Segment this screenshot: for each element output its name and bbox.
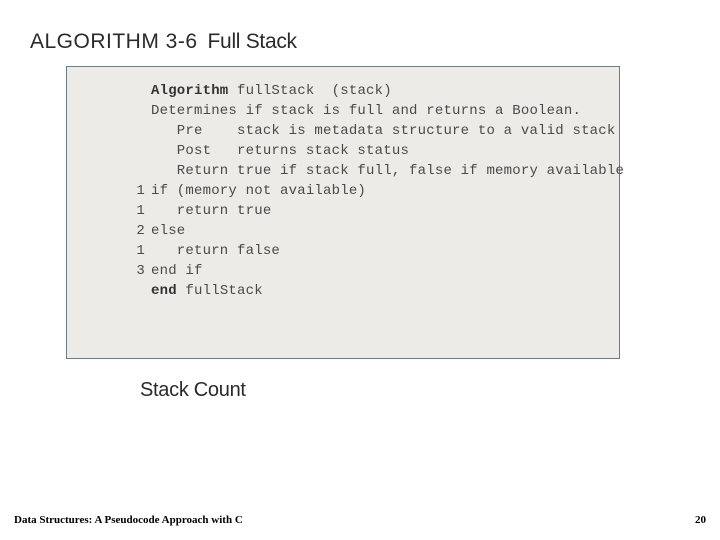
code-line: Pre stack is metadata structure to a val… xyxy=(151,121,597,141)
algorithm-name: Full Stack xyxy=(208,30,297,53)
page-number: 20 xyxy=(695,514,706,526)
algorithm-label: ALGORITHM 3-6 xyxy=(30,30,198,53)
algorithm-box: Algorithm fullStack (stack) Determines i… xyxy=(66,66,620,359)
footer-title: Data Structures: A Pseudocode Approach w… xyxy=(14,514,243,526)
code-line: 2else xyxy=(151,221,597,241)
code-line: Return true if stack full, false if memo… xyxy=(151,161,597,181)
code-line: Post returns stack status xyxy=(151,141,597,161)
sub-heading: Stack Count xyxy=(140,379,246,402)
code-line: 1if (memory not available) xyxy=(151,181,597,201)
code-line: Determines if stack is full and returns … xyxy=(151,101,597,121)
code-line: 1 return false xyxy=(151,241,597,261)
code-line: 1 return true xyxy=(151,201,597,221)
code-line: 3end if xyxy=(151,261,597,281)
slide: ALGORITHM 3-6 Full Stack Algorithm fullSt… xyxy=(0,0,720,540)
code-line: Algorithm fullStack (stack) xyxy=(151,81,597,101)
code-line: end fullStack xyxy=(151,281,597,301)
algorithm-heading: ALGORITHM 3-6 Full Stack xyxy=(30,30,297,54)
